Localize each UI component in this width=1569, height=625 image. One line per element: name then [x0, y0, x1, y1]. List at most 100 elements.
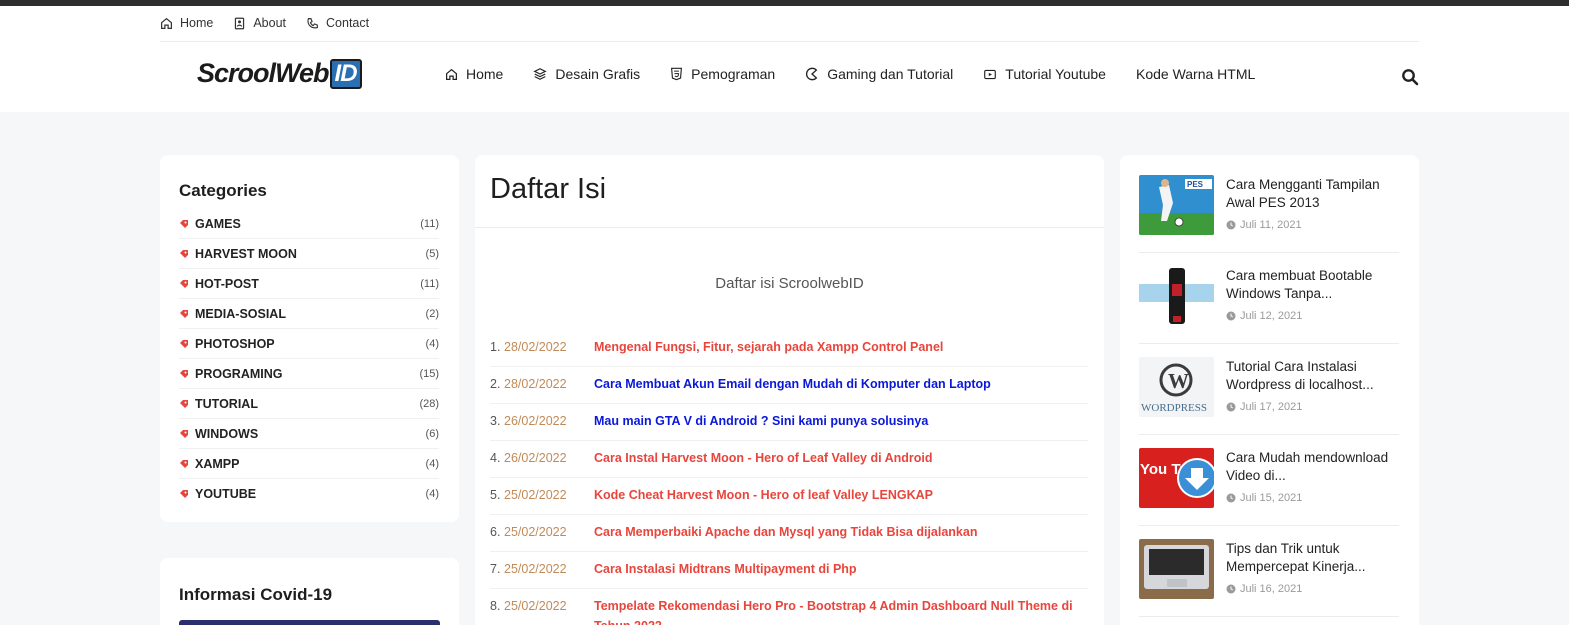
play-icon [984, 69, 997, 79]
youtube-download-thumbnail[interactable]: You Tube [1139, 448, 1214, 508]
category-name: TUTORIAL [195, 396, 258, 411]
pacman-icon [806, 67, 818, 81]
toc-link[interactable]: Tempelate Rekomendasi Hero Pro - Bootstr… [594, 596, 1088, 625]
category-name: PHOTOSHOP [195, 336, 275, 351]
post-title[interactable]: Cara membuat Bootable Windows Tanpa... [1226, 267, 1396, 303]
top-link-contact[interactable]: Contact [306, 16, 369, 30]
recent-post: PES Cara Mengganti Tampilan Awal PES 201… [1139, 175, 1399, 253]
pes-logo-text: PES [1187, 180, 1204, 189]
covid-title: Informasi Covid-19 [179, 585, 333, 604]
post-date-text: Juli 17, 2021 [1240, 401, 1303, 413]
category-count: (11) [420, 277, 439, 290]
category-item[interactable]: HARVEST MOON (5) [179, 239, 439, 269]
nav-item-tutorial-youtube[interactable]: Tutorial Youtube [983, 66, 1106, 82]
toc-link[interactable]: Mau main GTA V di Android ? Sini kami pu… [594, 411, 1088, 431]
post-title[interactable]: Cara Mudah mendownload Video di... [1226, 449, 1396, 485]
category-item[interactable]: PHOTOSHOP (4) [179, 329, 439, 359]
home-icon [161, 17, 172, 29]
nav-item-pemograman[interactable]: Pemograman [670, 66, 775, 82]
post-title[interactable]: Tips dan Trik untuk Mempercepat Kinerja.… [1226, 540, 1396, 576]
toc-number: 6. [490, 525, 501, 539]
phone-icon [307, 17, 318, 28]
top-link-label: About [253, 16, 287, 30]
category-count: (28) [419, 397, 439, 410]
toc-item: 5. 25/02/2022 Kode Cheat Harvest Moon - He… [490, 478, 1088, 515]
category-name: GAMES [195, 216, 241, 231]
laptop-thumbnail[interactable] [1139, 539, 1214, 599]
toc-item: 4. 26/02/2022 Cara Instal Harvest Moon - H… [490, 441, 1088, 478]
nav-item-home[interactable]: Home [445, 66, 503, 82]
post-date-text: Juli 15, 2021 [1240, 492, 1303, 504]
toc-date: 25/02/2022 [504, 525, 567, 539]
usb-thumbnail[interactable] [1139, 266, 1214, 326]
category-item[interactable]: GAMES (11) [179, 209, 439, 239]
categories-widget: Categories GAMES (11) HARVEST MOON (5) HOT… [160, 155, 459, 522]
covid-widget: Informasi Covid-19 [160, 558, 459, 625]
header-divider [160, 41, 1419, 42]
category-item[interactable]: PROGRAMING (15) [179, 359, 439, 389]
category-item[interactable]: XAMPP (4) [179, 449, 439, 479]
category-name: XAMPP [195, 456, 240, 471]
post-date: Juli 17, 2021 [1226, 401, 1302, 413]
category-name: HARVEST MOON [195, 246, 297, 261]
categories-list: GAMES (11) HARVEST MOON (5) HOT-POST (11) M… [179, 209, 439, 509]
top-link-home[interactable]: Home [160, 16, 213, 30]
toc-link[interactable]: Cara Memperbaiki Apache dan Mysql yang T… [594, 522, 1088, 542]
category-name: MEDIA-SOSIAL [195, 306, 286, 321]
category-count: (6) [425, 427, 439, 440]
site-logo[interactable]: ScroolWeb ID [197, 58, 362, 89]
tag-icon [179, 339, 195, 349]
toc-item: 6. 25/02/2022 Cara Memperbaiki Apache dan … [490, 515, 1088, 552]
post-title[interactable]: Tutorial Cara Instalasi Wordpress di loc… [1226, 358, 1396, 394]
toc-link[interactable]: Mengenal Fungsi, Fitur, sejarah pada Xam… [594, 337, 1088, 357]
toc-number: 8. [490, 599, 501, 613]
category-count: (2) [425, 307, 439, 320]
post-title[interactable]: Cara Mengganti Tampilan Awal PES 2013 [1226, 176, 1396, 212]
category-name: WINDOWS [195, 426, 259, 441]
category-count: (5) [425, 247, 439, 260]
toc-link[interactable]: Cara Membuat Akun Email dengan Mudah di … [594, 374, 1088, 394]
category-count: (11) [420, 217, 439, 230]
site-header: Home About Contact ScroolWeb ID Home Desa… [0, 6, 1569, 112]
title-divider [475, 227, 1104, 228]
nav-item-gaming[interactable]: Gaming dan Tutorial [805, 66, 953, 82]
tag-icon [179, 489, 195, 499]
post-date-text: Juli 11, 2021 [1240, 219, 1302, 231]
category-item[interactable]: MEDIA-SOSIAL (2) [179, 299, 439, 329]
toc-number: 4. [490, 451, 501, 465]
toc-link[interactable]: Kode Cheat Harvest Moon - Hero of leaf V… [594, 485, 1088, 505]
toc-link[interactable]: Cara Instalasi Midtrans Multipayment di … [594, 559, 1088, 579]
top-link-about[interactable]: About [233, 16, 286, 30]
category-count: (4) [425, 457, 439, 470]
category-item[interactable]: HOT-POST (11) [179, 269, 439, 299]
recent-post: Tips dan Trik untuk Mempercepat Kinerja.… [1139, 539, 1399, 617]
post-date: Juli 16, 2021 [1226, 583, 1302, 595]
category-name: PROGRAMING [195, 366, 283, 381]
layers-icon [533, 68, 547, 80]
pes-thumbnail[interactable]: PES [1139, 175, 1214, 235]
nav-item-desain-grafis[interactable]: Desain Grafis [533, 66, 640, 82]
toc-link[interactable]: Cara Instal Harvest Moon - Hero of Leaf … [594, 448, 1088, 468]
category-item[interactable]: YOUTUBE (4) [179, 479, 439, 509]
wordpress-thumbnail[interactable]: W WORDPRESS [1139, 357, 1214, 417]
main-content: Daftar Isi Daftar isi ScroolwebID 1. 28/0… [475, 155, 1104, 625]
toc-date: 28/02/2022 [504, 340, 567, 354]
clock-icon [1226, 584, 1236, 594]
category-name: YOUTUBE [195, 487, 257, 501]
toc-list: 1. 28/02/2022 Mengenal Fungsi, Fitur, seja… [490, 330, 1088, 625]
toc-number: 1. [490, 340, 501, 354]
category-count: (4) [425, 488, 439, 500]
category-item[interactable]: TUTORIAL (28) [179, 389, 439, 419]
search-icon [1402, 69, 1419, 86]
category-name: HOT-POST [195, 276, 259, 291]
toc-item: 8. 25/02/2022 Tempelate Rekomendasi Hero P… [490, 589, 1088, 625]
toc-date: 25/02/2022 [504, 562, 567, 576]
wordpress-logo-text: WORDPRESS [1141, 402, 1207, 414]
categories-title: Categories [179, 181, 267, 200]
svg-text:W: W [1168, 369, 1189, 393]
search-button[interactable] [1401, 68, 1419, 91]
nav-item-label: Home [466, 66, 504, 82]
category-item[interactable]: WINDOWS (6) [179, 419, 439, 449]
nav-item-kode-warna[interactable]: Kode Warna HTML [1136, 66, 1255, 82]
about-icon [235, 17, 245, 29]
